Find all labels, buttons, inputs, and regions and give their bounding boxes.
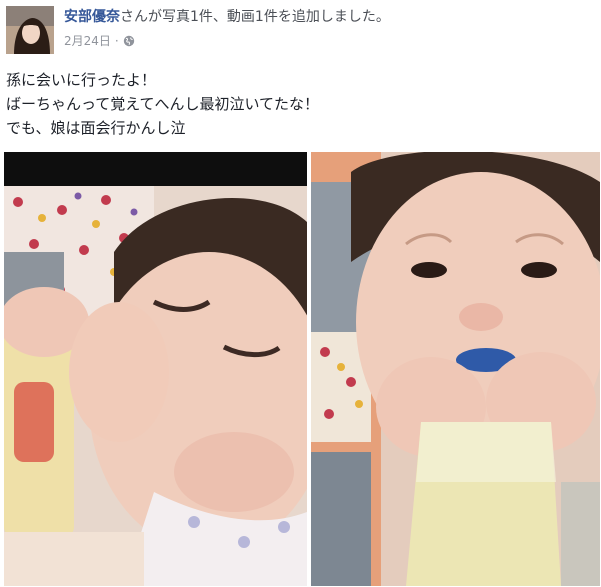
facebook-post: 安部優奈さんが写真1件、動画1件を追加しました。 2月24日 · 孫に会いに行っ…	[0, 0, 601, 587]
post-photo-1[interactable]	[4, 152, 307, 586]
post-timestamp[interactable]: 2月24日	[64, 32, 111, 49]
photo-baby-bottle-1	[4, 152, 307, 586]
meta-separator: ·	[114, 33, 119, 48]
photo-baby-bottle-2	[311, 152, 600, 586]
post-text-line: 孫に会いに行ったよ！	[6, 71, 157, 89]
avatar-image	[6, 6, 54, 54]
globe-icon[interactable]	[123, 35, 135, 47]
post-text-line: ばーちゃんって覚えてへんし最初泣いてたな！	[6, 95, 320, 113]
avatar[interactable]	[6, 6, 54, 54]
post-header: 安部優奈さんが写真1件、動画1件を追加しました。	[64, 8, 390, 26]
author-name-link[interactable]: 安部優奈	[64, 9, 120, 25]
post-text: 孫に会いに行ったよ！ ばーちゃんって覚えてへんし最初泣いてたな！ でも、娘は面会…	[6, 68, 319, 140]
post-text-line: でも、娘は面会行かんし泣	[6, 119, 186, 137]
post-action-text: さんが写真1件、動画1件を追加しました。	[120, 9, 390, 25]
post-photo-2[interactable]	[311, 152, 600, 586]
post-meta: 2月24日 ·	[64, 32, 135, 49]
